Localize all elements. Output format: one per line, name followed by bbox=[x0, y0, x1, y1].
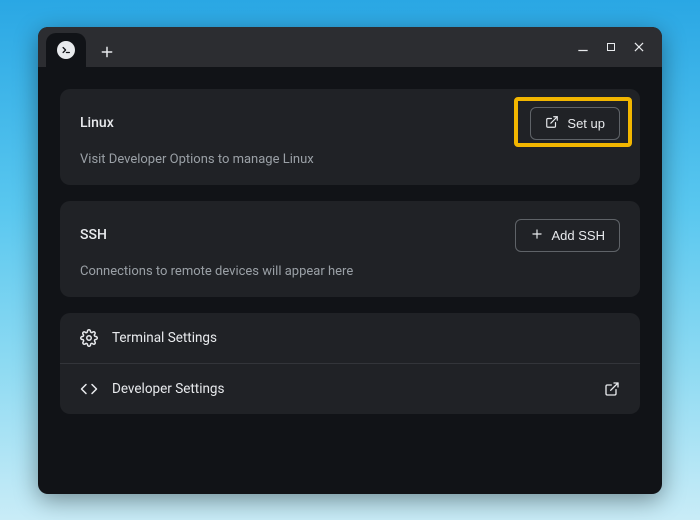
add-ssh-button[interactable]: Add SSH bbox=[515, 219, 620, 252]
terminal-settings-label: Terminal Settings bbox=[112, 330, 217, 346]
external-link-icon bbox=[604, 381, 620, 397]
gear-icon bbox=[80, 329, 98, 347]
window-controls bbox=[576, 40, 652, 54]
developer-settings-label: Developer Settings bbox=[112, 381, 224, 397]
terminal-settings-row[interactable]: Terminal Settings bbox=[60, 313, 640, 363]
active-tab[interactable] bbox=[46, 33, 86, 67]
close-icon[interactable] bbox=[632, 40, 646, 54]
plus-icon bbox=[530, 227, 544, 244]
settings-card: Terminal Settings Developer Settings bbox=[60, 313, 640, 414]
tab-area bbox=[38, 27, 122, 67]
ssh-subtitle: Connections to remote devices will appea… bbox=[80, 264, 620, 279]
titlebar bbox=[38, 27, 662, 67]
ssh-card: SSH Add SSH Connections to remote device… bbox=[60, 201, 640, 297]
terminal-window: Linux Set up Visit Developer Options to … bbox=[38, 27, 662, 494]
terminal-icon bbox=[57, 41, 75, 59]
ssh-title: SSH bbox=[80, 227, 107, 243]
add-ssh-button-label: Add SSH bbox=[552, 228, 605, 243]
developer-settings-row[interactable]: Developer Settings bbox=[60, 363, 640, 414]
code-icon bbox=[80, 380, 98, 398]
linux-card: Linux Set up Visit Developer Options to … bbox=[60, 89, 640, 185]
content-area: Linux Set up Visit Developer Options to … bbox=[38, 67, 662, 494]
maximize-icon[interactable] bbox=[604, 40, 618, 54]
linux-subtitle: Visit Developer Options to manage Linux bbox=[80, 152, 620, 167]
minimize-icon[interactable] bbox=[576, 40, 590, 54]
setup-button-label: Set up bbox=[567, 116, 605, 131]
new-tab-button[interactable] bbox=[92, 37, 122, 67]
setup-button[interactable]: Set up bbox=[530, 107, 620, 140]
launch-icon bbox=[545, 115, 559, 132]
linux-title: Linux bbox=[80, 115, 114, 131]
